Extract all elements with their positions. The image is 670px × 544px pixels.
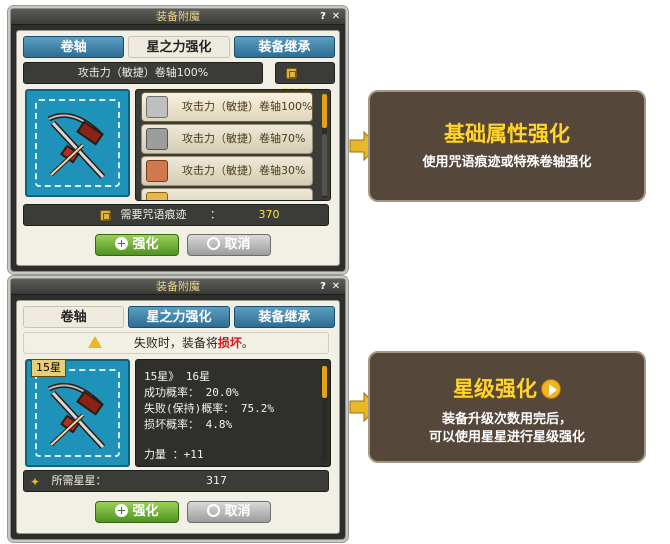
- scroll-item-label: 攻击力（敏捷）卷轴100%: [182, 100, 313, 113]
- scroll-list-item[interactable]: 攻击力（敏捷）卷轴30%: [141, 156, 313, 186]
- plus-icon: [115, 237, 129, 250]
- enchant-window-scroll: 装备附魔 ? ✕ 卷轴 星之力强化 装备继承 攻击力（敏捷）卷轴100% 500…: [10, 8, 346, 272]
- spell-trace-icon: [100, 209, 111, 221]
- warning-bar: 失败时，装备将损坏。: [23, 332, 329, 354]
- star-force-info: 15星》 16星 成功概率： 20.0% 失败(保持)概率： 75.2% 损坏概…: [135, 359, 331, 467]
- coin-icon: [286, 67, 297, 79]
- star-transition: 15星》 16星: [144, 370, 211, 383]
- tab-inheritance[interactable]: 装备继承: [233, 36, 335, 58]
- gold-counter: 5002: [275, 62, 335, 99]
- plus-icon: [115, 504, 129, 517]
- cost-value: 317: [206, 474, 227, 487]
- cost-bar: 需要咒语痕迹 ： 370: [23, 204, 329, 226]
- tab-bar: 卷轴 星之力强化 装备继承: [23, 306, 335, 328]
- close-icon[interactable]: ✕: [330, 281, 342, 293]
- scroll-icon: [146, 96, 168, 118]
- promo-title: 星级强化: [453, 377, 537, 401]
- scroll-list-item[interactable]: [141, 188, 313, 200]
- enhance-button[interactable]: 强化: [95, 234, 179, 256]
- tab-scroll[interactable]: 卷轴: [23, 36, 125, 58]
- undo-icon: [207, 237, 221, 250]
- promo-description-line2: 可以使用星星进行星级强化: [428, 430, 585, 445]
- cancel-button[interactable]: 取消: [187, 501, 271, 523]
- stat-bonus: 力量 ：+11: [144, 448, 204, 461]
- undo-icon: [207, 504, 221, 517]
- window-titlebar[interactable]: 装备附魔 ? ✕: [11, 9, 345, 25]
- tab-star-force[interactable]: 星之力强化: [128, 36, 230, 58]
- scrollbar-thumb[interactable]: [322, 94, 327, 128]
- cost-label: 需要咒语痕迹: [120, 208, 187, 221]
- star-level-badge: 15星: [31, 359, 66, 377]
- cost-label: 所需星星：: [51, 474, 107, 487]
- warning-suffix: 。: [241, 336, 254, 350]
- play-icon[interactable]: [541, 379, 561, 399]
- cost-separator: ：: [210, 208, 221, 221]
- promo-basic-enhance: 基础属性强化 使用咒语痕迹或特殊卷轴强化: [368, 90, 646, 202]
- scroll-list-item[interactable]: 攻击力（敏捷）卷轴100%: [141, 92, 313, 122]
- promo-title: 基础属性强化: [444, 122, 570, 146]
- equipment-slot[interactable]: [25, 89, 130, 197]
- window-title: 装备附魔: [156, 10, 200, 23]
- promo-description-line1: 装备升级次数用完后，: [441, 412, 572, 427]
- scroll-icon: [146, 160, 168, 182]
- tab-scroll[interactable]: 卷轴: [23, 306, 125, 328]
- tab-bar: 卷轴 星之力强化 装备继承: [23, 36, 335, 58]
- cost-bar: ✦ 所需星星： 317: [23, 470, 329, 492]
- help-icon[interactable]: ?: [317, 281, 329, 293]
- enhance-button[interactable]: 强化: [95, 501, 179, 523]
- window-titlebar[interactable]: 装备附魔 ? ✕: [11, 279, 345, 295]
- tab-inheritance[interactable]: 装备继承: [233, 306, 335, 328]
- crossbow-icon: [47, 383, 106, 450]
- selected-scroll-bar: 攻击力（敏捷）卷轴100%: [23, 62, 263, 84]
- promo-title-row: 星级强化: [370, 373, 644, 403]
- warning-key: 损坏: [217, 336, 242, 350]
- scroll-list-item[interactable]: 攻击力（敏捷）卷轴70%: [141, 124, 313, 154]
- cost-value: 370: [258, 208, 280, 221]
- cancel-button[interactable]: 取消: [187, 234, 271, 256]
- scrollbar[interactable]: [322, 94, 327, 198]
- scroll-item-label: 攻击力（敏捷）卷轴30%: [182, 164, 306, 177]
- selected-scroll-name: 攻击力（敏捷）卷轴100%: [77, 66, 209, 79]
- scroll-icon: [146, 192, 168, 200]
- tab-star-force[interactable]: 星之力强化: [128, 306, 230, 328]
- scroll-icon: [146, 128, 168, 150]
- close-icon[interactable]: ✕: [330, 11, 342, 23]
- warning-text: 失败时，装备将: [133, 336, 218, 350]
- window-title: 装备附魔: [156, 280, 200, 293]
- destroy-rate: 损坏概率： 4.8%: [144, 418, 233, 431]
- crossbow-icon: [47, 113, 106, 180]
- scrollbar[interactable]: [322, 366, 327, 462]
- fail-keep-rate: 失败(保持)概率： 75.2%: [144, 402, 274, 415]
- window-body: 卷轴 星之力强化 装备继承 失败时，装备将损坏。 15星 15星》 16星 成功…: [16, 300, 340, 534]
- promo-description: 使用咒语痕迹或特殊卷轴强化: [422, 155, 592, 170]
- equipment-slot[interactable]: 15星: [25, 359, 130, 467]
- warning-icon: [88, 336, 102, 348]
- promo-star-force: 星级强化 装备升级次数用完后， 可以使用星星进行星级强化: [368, 351, 646, 463]
- star-icon: ✦: [30, 475, 41, 489]
- help-icon[interactable]: ?: [317, 11, 329, 23]
- enchant-window-star-force: 装备附魔 ? ✕ 卷轴 星之力强化 装备继承 失败时，装备将损坏。 15星 15…: [10, 278, 346, 540]
- window-body: 卷轴 星之力强化 装备继承 攻击力（敏捷）卷轴100% 5002: [16, 30, 340, 266]
- scrollbar-thumb[interactable]: [322, 366, 327, 398]
- scroll-list: 攻击力（敏捷）卷轴100% 攻击力（敏捷）卷轴70% 攻击力（敏捷）卷轴30%: [135, 89, 331, 201]
- success-rate: 成功概率： 20.0%: [144, 386, 239, 399]
- scroll-item-label: 攻击力（敏捷）卷轴70%: [182, 132, 306, 145]
